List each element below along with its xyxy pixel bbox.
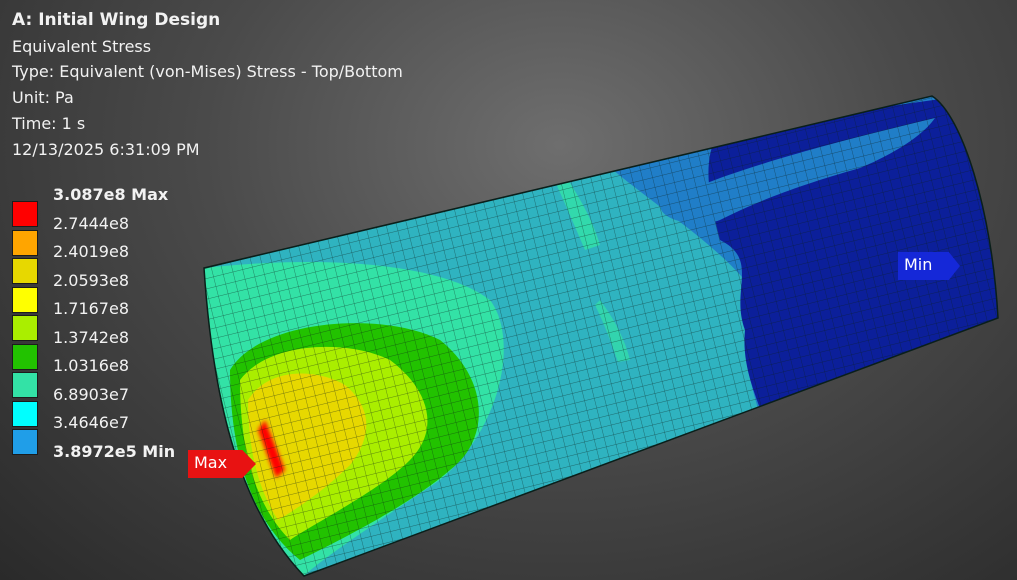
timestamp: 12/13/2025 6:31:09 PM xyxy=(12,139,200,159)
legend-swatch xyxy=(12,258,38,284)
legend-value: 1.3742e8 xyxy=(53,327,130,347)
result-name: Equivalent Stress xyxy=(12,36,152,56)
min-probe-tag[interactable]: Min xyxy=(898,252,960,280)
legend-swatch xyxy=(12,400,38,427)
legend-swatch xyxy=(12,229,38,256)
legend-swatch xyxy=(12,286,38,313)
legend-value: 3.087e8 Max xyxy=(53,185,169,204)
legend-value: 2.7444e8 xyxy=(53,213,130,233)
legend-value: 2.4019e8 xyxy=(53,242,130,261)
legend-value: 1.7167e8 xyxy=(53,299,130,318)
legend-swatch xyxy=(12,315,38,341)
unit-label: Unit: Pa xyxy=(12,88,74,108)
legend-swatch xyxy=(12,201,38,227)
legend-value: 6.8903e7 xyxy=(53,384,130,404)
legend-value: 3.4646e7 xyxy=(53,413,130,432)
time-label: Time: 1 s xyxy=(12,113,86,133)
legend-swatch xyxy=(12,372,38,398)
legend-value: 1.0316e8 xyxy=(53,356,130,375)
legend-value: 3.8972e5 Min xyxy=(53,441,176,461)
stress-type: Type: Equivalent (von-Mises) Stress - To… xyxy=(12,62,403,82)
analysis-title: A: Initial Wing Design xyxy=(12,10,221,30)
legend-swatch xyxy=(12,343,38,370)
wing-surface xyxy=(204,96,998,576)
legend-swatch xyxy=(12,429,38,455)
graphics-viewport[interactable]: A: Initial Wing Design Equivalent Stress… xyxy=(0,0,1017,580)
max-probe-tag[interactable]: Max xyxy=(188,450,256,478)
legend-value: 2.0593e8 xyxy=(53,270,130,290)
result-info-panel: A: Initial Wing Design Equivalent Stress… xyxy=(12,8,403,162)
